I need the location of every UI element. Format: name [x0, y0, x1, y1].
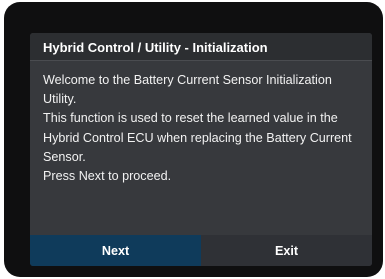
- dialog-title: Hybrid Control / Utility - Initializatio…: [43, 40, 268, 55]
- dialog-message: Welcome to the Battery Current Sensor In…: [43, 71, 365, 186]
- device-screen: Hybrid Control / Utility - Initializatio…: [4, 2, 383, 277]
- message-line-description: This function is used to reset the learn…: [43, 111, 352, 164]
- dialog-button-bar: Next Exit: [30, 235, 372, 266]
- message-line-welcome: Welcome to the Battery Current Sensor In…: [43, 73, 332, 107]
- dialog-title-bar: Hybrid Control / Utility - Initializatio…: [30, 33, 372, 61]
- exit-button[interactable]: Exit: [201, 235, 372, 266]
- next-button[interactable]: Next: [30, 235, 201, 266]
- message-line-instruction: Press Next to proceed.: [43, 169, 172, 184]
- initialization-dialog: Hybrid Control / Utility - Initializatio…: [30, 33, 372, 266]
